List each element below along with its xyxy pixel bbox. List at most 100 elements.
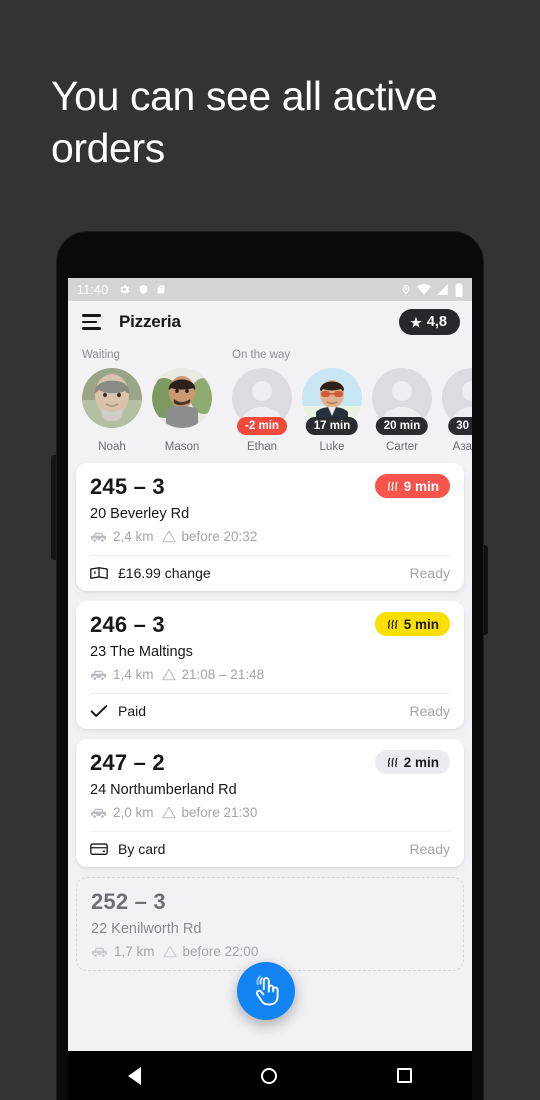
- back-icon[interactable]: [128, 1066, 141, 1085]
- order-card-pending[interactable]: 252 – 3 22 Kenilworth Rd 1,7 km before 2…: [76, 877, 464, 971]
- home-icon[interactable]: [261, 1067, 277, 1084]
- order-address: 23 The Maltings: [90, 644, 193, 660]
- order-status: Ready: [409, 841, 450, 857]
- shield-icon: [140, 284, 148, 295]
- courier-item[interactable]: 17 min Luke: [302, 368, 362, 453]
- order-deadline: before 21:30: [161, 805, 257, 820]
- order-distance: 2,4 km: [90, 529, 154, 544]
- banknote-icon: [90, 567, 108, 579]
- tap-hand-cursor-icon: [255, 975, 279, 1006]
- order-deadline-value: 21:08 – 21:48: [181, 667, 265, 682]
- order-deadline-value: before 20:32: [181, 529, 258, 544]
- order-payment-value: By card: [118, 841, 166, 857]
- warning-icon: [161, 530, 176, 543]
- recents-icon[interactable]: [397, 1068, 412, 1083]
- car-icon: [92, 947, 107, 957]
- order-number: 245 – 3: [90, 474, 165, 499]
- tap-cursor-button[interactable]: [237, 962, 295, 1020]
- courier-name: Carter: [386, 441, 418, 453]
- cook-time-value: 5 min: [403, 616, 439, 632]
- couriers-group-ontheway: On the way -2 min Ethan 17 min Luke 20 m…: [212, 349, 472, 453]
- cook-time-value: 2 min: [403, 754, 439, 770]
- battery-icon: [455, 282, 463, 297]
- courier-item[interactable]: Mason: [152, 368, 212, 453]
- order-address: 24 Northumberland Rd: [90, 782, 237, 798]
- order-status: Ready: [409, 703, 450, 719]
- order-payment-value: £16.99 change: [118, 565, 211, 581]
- courier-name: Noah: [98, 441, 126, 453]
- courier-item[interactable]: Noah: [82, 368, 142, 453]
- gear-icon: [120, 285, 130, 294]
- hamburger-icon[interactable]: [82, 314, 101, 330]
- couriers-ontheway-label: On the way: [232, 349, 291, 361]
- courier-eta-badge: -2 min: [237, 417, 287, 435]
- cook-time-value: 9 min: [403, 478, 439, 494]
- order-distance: 1,4 km: [90, 667, 154, 682]
- phone-volume-button: [51, 455, 56, 560]
- courier-eta-badge: 17 min: [305, 417, 359, 435]
- check-icon: [90, 705, 108, 717]
- couriers-waiting-label: Waiting: [82, 349, 120, 361]
- car-icon: [91, 808, 106, 818]
- app-bar: Pizzeria ★ 4,8: [68, 301, 472, 343]
- order-address: 22 Kenilworth Rd: [91, 921, 202, 937]
- order-card[interactable]: 245 – 3 9 min 20 Beverley Rd 2,4 km befo…: [76, 463, 464, 591]
- orders-list[interactable]: 245 – 3 9 min 20 Beverley Rd 2,4 km befo…: [68, 463, 472, 971]
- warning-icon: [161, 806, 176, 819]
- cook-time-badge: 9 min: [374, 474, 450, 498]
- signal-icon: [437, 284, 448, 295]
- avatar-photo-noah: [82, 368, 142, 428]
- order-distance-value: 2,0 km: [113, 805, 154, 820]
- steam-icon: [387, 481, 398, 491]
- phone-screen: 11:40 Pizzeria ★ 4,8 Waiting Noah Mason …: [68, 278, 472, 1051]
- order-address: 20 Beverley Rd: [90, 506, 190, 522]
- courier-name: Азамат: [452, 441, 472, 453]
- order-payment: Paid: [90, 703, 146, 719]
- courier-name: Mason: [164, 441, 200, 453]
- order-deadline-value: before 22:00: [182, 944, 259, 959]
- poster-root: You can see all active orders 11:40 Pizz…: [0, 0, 540, 1100]
- card-icon: [90, 843, 108, 855]
- status-bar-left-icons: [118, 283, 166, 296]
- status-bar-time: 11:40: [77, 282, 109, 297]
- order-card[interactable]: 246 – 3 5 min 23 The Maltings 1,4 km 21:…: [76, 601, 464, 729]
- avatar: [82, 368, 142, 428]
- order-number: 246 – 3: [90, 612, 165, 637]
- cook-time-badge: 2 min: [374, 750, 450, 774]
- status-bar-right-icons: [401, 282, 463, 297]
- wifi-icon: [417, 284, 431, 295]
- rating-value: 4,8: [426, 314, 447, 330]
- star-icon: ★: [410, 314, 422, 330]
- car-icon: [91, 670, 106, 680]
- warning-icon: [161, 668, 176, 681]
- order-deadline: before 22:00: [162, 944, 259, 959]
- order-number: 252 – 3: [91, 889, 166, 914]
- courier-item[interactable]: 20 min Carter: [372, 368, 432, 453]
- cook-time-badge: 5 min: [374, 612, 450, 636]
- courier-eta-badge: 20 min: [375, 417, 429, 435]
- location-icon: [402, 285, 410, 295]
- car-icon: [91, 532, 106, 542]
- order-deadline: 21:08 – 21:48: [161, 667, 265, 682]
- order-number: 247 – 2: [90, 750, 165, 775]
- order-payment: By card: [90, 841, 165, 857]
- rating-badge[interactable]: ★ 4,8: [399, 309, 460, 335]
- order-payment-value: Paid: [118, 703, 147, 719]
- courier-item[interactable]: -2 min Ethan: [232, 368, 292, 453]
- app-title: Pizzeria: [119, 312, 181, 331]
- warning-icon: [162, 945, 177, 958]
- courier-item[interactable]: 30 ми Азамат: [442, 368, 472, 453]
- order-distance-value: 2,4 km: [113, 529, 154, 544]
- order-distance-value: 1,4 km: [113, 667, 154, 682]
- phone-power-button: [483, 545, 488, 635]
- order-status: Ready: [409, 565, 450, 581]
- order-card[interactable]: 247 – 2 2 min 24 Northumberland Rd 2,0 k…: [76, 739, 464, 867]
- android-nav-bar: [68, 1051, 472, 1100]
- steam-icon: [387, 757, 398, 767]
- status-bar: 11:40: [68, 278, 472, 301]
- order-distance: 2,0 km: [90, 805, 154, 820]
- avatar: [152, 368, 212, 428]
- courier-name: Luke: [319, 441, 345, 453]
- order-distance: 1,7 km: [91, 944, 155, 959]
- order-payment: £16.99 change: [90, 565, 211, 581]
